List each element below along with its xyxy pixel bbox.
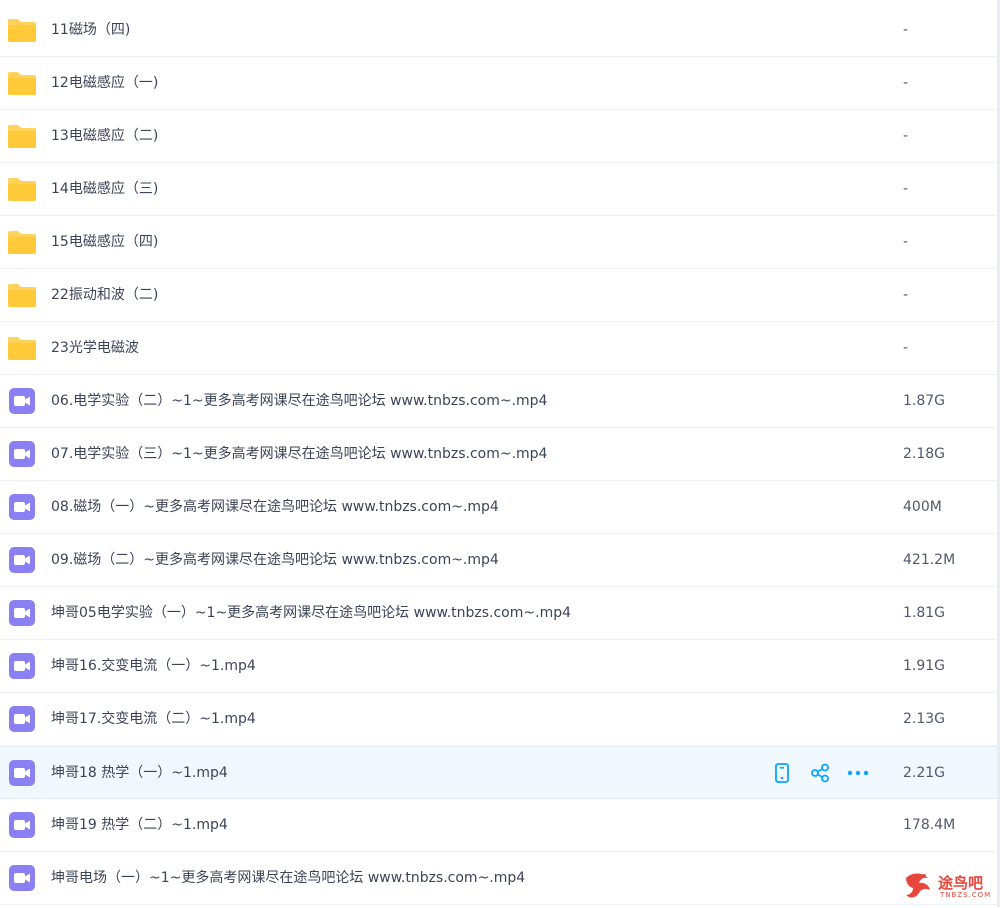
file-size: 421.2M bbox=[903, 552, 956, 568]
folder-icon bbox=[7, 176, 37, 202]
share-icon[interactable] bbox=[808, 761, 832, 785]
watermark-text: 途鸟吧 bbox=[938, 874, 984, 892]
file-row[interactable]: 坤哥05电学实验（一）~1~更多高考网课尽在途鸟吧论坛 www.tnbzs.co… bbox=[0, 587, 1000, 640]
file-name[interactable]: 22振动和波（二) bbox=[51, 269, 158, 322]
file-row[interactable]: 09.磁场（二）~更多高考网课尽在途鸟吧论坛 www.tnbzs.com~.mp… bbox=[0, 534, 1000, 587]
file-size: 2.13G bbox=[903, 711, 946, 727]
file-size: 178.4M bbox=[903, 817, 956, 833]
file-size: 1.91G bbox=[903, 658, 946, 674]
more-icon[interactable] bbox=[846, 761, 870, 785]
folder-icon bbox=[7, 17, 37, 43]
file-size: 1.81G bbox=[903, 605, 946, 621]
file-size: 400M bbox=[903, 499, 942, 515]
file-name[interactable]: 坤哥17.交变电流（二）~1.mp4 bbox=[51, 693, 256, 746]
file-name[interactable]: 06.电学实验（二）~1~更多高考网课尽在途鸟吧论坛 www.tnbzs.com… bbox=[51, 375, 547, 428]
folder-icon bbox=[7, 123, 37, 149]
file-size: - bbox=[903, 128, 909, 144]
file-name[interactable]: 14电磁感应（三) bbox=[51, 163, 158, 216]
phone-icon[interactable] bbox=[770, 761, 794, 785]
file-size: - bbox=[903, 287, 909, 303]
file-name[interactable]: 11磁场（四) bbox=[51, 4, 130, 57]
folder-icon bbox=[7, 229, 37, 255]
file-size: - bbox=[903, 22, 909, 38]
folder-row[interactable]: 11磁场（四) - bbox=[0, 4, 1000, 57]
file-name[interactable]: 坤哥05电学实验（一）~1~更多高考网课尽在途鸟吧论坛 www.tnbzs.co… bbox=[51, 587, 571, 640]
video-file-icon bbox=[8, 705, 36, 733]
video-file-icon bbox=[8, 759, 36, 787]
file-name[interactable]: 15电磁感应（四) bbox=[51, 216, 158, 269]
row-actions bbox=[770, 761, 884, 785]
folder-row[interactable]: 15电磁感应（四) - bbox=[0, 216, 1000, 269]
video-file-icon bbox=[8, 864, 36, 892]
folder-icon bbox=[7, 335, 37, 361]
video-file-icon bbox=[8, 599, 36, 627]
folder-row[interactable]: 22振动和波（二) - bbox=[0, 269, 1000, 322]
file-name[interactable]: 23光学电磁波 bbox=[51, 322, 139, 375]
file-name[interactable]: 坤哥16.交变电流（一）~1.mp4 bbox=[51, 640, 256, 693]
video-file-icon bbox=[8, 652, 36, 680]
folder-icon bbox=[7, 70, 37, 96]
folder-row[interactable]: 13电磁感应（二) - bbox=[0, 110, 1000, 163]
video-file-icon bbox=[8, 546, 36, 574]
file-row[interactable]: 坤哥电场（一）~1~更多高考网课尽在途鸟吧论坛 www.tnbzs.com~.m… bbox=[0, 852, 1000, 905]
file-row[interactable]: 坤哥16.交变电流（一）~1.mp4 1.91G bbox=[0, 640, 1000, 693]
file-size: 2.18G bbox=[903, 446, 946, 462]
video-file-icon bbox=[8, 811, 36, 839]
file-size: - bbox=[903, 340, 909, 356]
folder-row[interactable]: 23光学电磁波 - bbox=[0, 322, 1000, 375]
file-size: 2.21G bbox=[903, 765, 946, 781]
file-list: 11磁场（四) -12电磁感应（一) -13电磁感应（二) -14电磁感应（三) -15… bbox=[0, 4, 1000, 905]
file-row[interactable]: 坤哥19 热学（二）~1.mp4 178.4M bbox=[0, 799, 1000, 852]
file-name[interactable]: 13电磁感应（二) bbox=[51, 110, 158, 163]
file-row[interactable]: 07.电学实验（三）~1~更多高考网课尽在途鸟吧论坛 www.tnbzs.com… bbox=[0, 428, 1000, 481]
folder-row[interactable]: 14电磁感应（三) - bbox=[0, 163, 1000, 216]
watermark-logo: 途鸟吧 TNBZS.COM bbox=[902, 868, 998, 906]
folder-row[interactable]: 12电磁感应（一) - bbox=[0, 57, 1000, 110]
video-file-icon bbox=[8, 440, 36, 468]
video-file-icon bbox=[8, 493, 36, 521]
file-row[interactable]: 坤哥17.交变电流（二）~1.mp4 2.13G bbox=[0, 693, 1000, 746]
file-size: 1.87G bbox=[903, 393, 946, 409]
file-row[interactable]: 06.电学实验（二）~1~更多高考网课尽在途鸟吧论坛 www.tnbzs.com… bbox=[0, 375, 1000, 428]
watermark-subtext: TNBZS.COM bbox=[940, 891, 992, 899]
bird-logo-icon bbox=[906, 873, 930, 898]
file-size: - bbox=[903, 75, 909, 91]
file-size: - bbox=[903, 234, 909, 250]
file-name[interactable]: 坤哥19 热学（二）~1.mp4 bbox=[51, 799, 228, 852]
file-name[interactable]: 07.电学实验（三）~1~更多高考网课尽在途鸟吧论坛 www.tnbzs.com… bbox=[51, 428, 547, 481]
folder-icon bbox=[7, 282, 37, 308]
file-name[interactable]: 坤哥电场（一）~1~更多高考网课尽在途鸟吧论坛 www.tnbzs.com~.m… bbox=[51, 852, 525, 905]
video-file-icon bbox=[8, 387, 36, 415]
file-size: - bbox=[903, 181, 909, 197]
file-name[interactable]: 08.磁场（一）~更多高考网课尽在途鸟吧论坛 www.tnbzs.com~.mp… bbox=[51, 481, 499, 534]
file-name[interactable]: 09.磁场（二）~更多高考网课尽在途鸟吧论坛 www.tnbzs.com~.mp… bbox=[51, 534, 499, 587]
file-name[interactable]: 12电磁感应（一) bbox=[51, 57, 158, 110]
file-row[interactable]: 坤哥18 热学（一）~1.mp4 2.21G bbox=[0, 746, 1000, 799]
file-row[interactable]: 08.磁场（一）~更多高考网课尽在途鸟吧论坛 www.tnbzs.com~.mp… bbox=[0, 481, 1000, 534]
file-name[interactable]: 坤哥18 热学（一）~1.mp4 bbox=[51, 747, 228, 800]
